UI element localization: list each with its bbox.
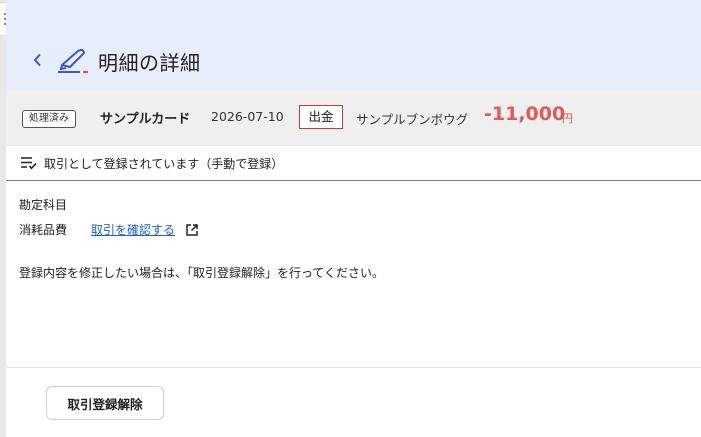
confirm-transaction-link[interactable]: 取引を確認する — [91, 221, 175, 238]
card-name: サンプルカード — [100, 112, 191, 127]
currency-unit: 円 — [562, 112, 573, 125]
pen-icon — [58, 48, 88, 74]
registration-status-row: 取引として登録されています（手動で登録） — [6, 146, 701, 181]
account-value: 消耗品費 — [19, 223, 68, 237]
account-label: 勘定科目 — [19, 198, 68, 212]
transaction-date: 2026-07-10 — [211, 109, 284, 124]
external-link-icon[interactable] — [185, 223, 199, 237]
page-title: 明細の詳細 — [98, 51, 201, 75]
list-check-icon — [21, 157, 37, 170]
unregister-transaction-button[interactable]: 取引登録解除 — [46, 386, 164, 420]
registration-message: 取引として登録されています（手動で登録） — [44, 157, 284, 171]
status-badge: 処理済み — [22, 110, 76, 128]
footer-divider — [6, 367, 701, 368]
edit-instruction-text: 登録内容を修正したい場合は、「取引登録解除」を行ってください。 — [19, 266, 385, 280]
page-header: 明細の詳細 — [6, 0, 701, 90]
chevron-left-icon — [33, 54, 41, 66]
transaction-amount: -11,000 — [484, 103, 566, 125]
payee-name: サンプルブンボウグ — [356, 112, 469, 127]
transaction-summary: 処理済み サンプルカード 2026-07-10 出金 サンプルブンボウグ -11… — [6, 90, 701, 146]
transaction-type-badge: 出金 — [299, 105, 343, 129]
back-button[interactable] — [30, 52, 44, 68]
